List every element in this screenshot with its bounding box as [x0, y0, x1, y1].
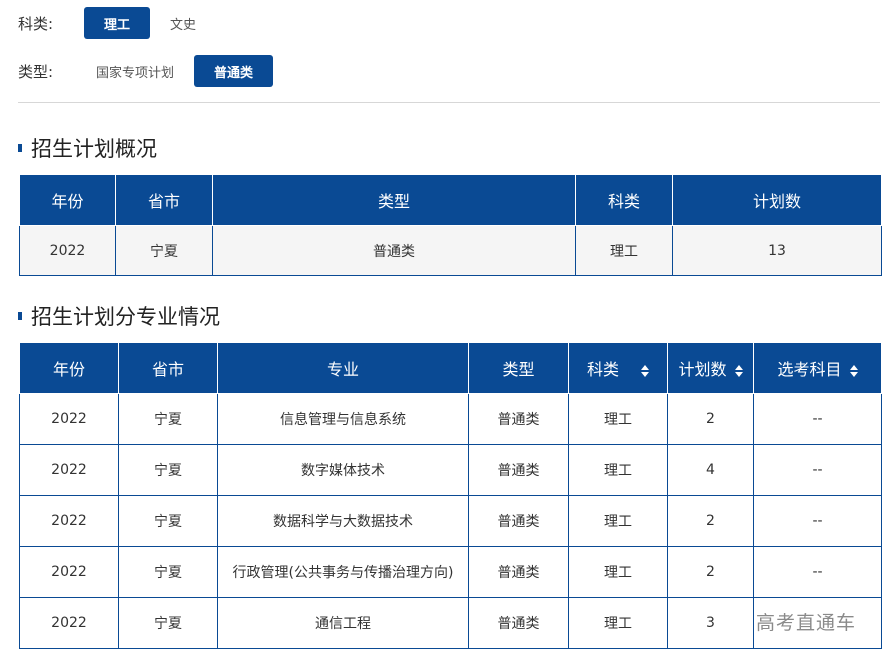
cell-year: 2022 [19, 444, 119, 496]
majors-header-subject[interactable]: 科类 [568, 342, 668, 394]
table-row: 2022 宁夏 数字媒体技术 普通类 理工 4 -- [19, 444, 882, 496]
overview-header-year: 年份 [19, 174, 116, 226]
cell-province: 宁夏 [118, 597, 218, 649]
cell-subject: 理工 [575, 225, 673, 276]
overview-header-province: 省市 [115, 174, 213, 226]
table-row: 2022 宁夏 行政管理(公共事务与传播治理方向) 普通类 理工 2 -- [19, 546, 882, 598]
type-option-national-special[interactable]: 国家专项计划 [82, 55, 188, 87]
cell-province: 宁夏 [118, 495, 218, 547]
cell-year: 2022 [19, 495, 119, 547]
majors-table: 年份 省市 专业 类型 科类 计划数 选考科目 2022 宁夏 信息管理与信息系统普… [19, 342, 882, 649]
sort-icon[interactable] [641, 364, 649, 377]
overview-header-type: 类型 [212, 174, 576, 226]
table-row: 2022 宁夏 信息管理与信息系统 普通类 理工 2 -- [19, 393, 882, 445]
section-marker [18, 144, 22, 152]
divider [18, 102, 880, 103]
cell-plan-count: 2 [667, 495, 754, 547]
sort-icon[interactable] [849, 364, 858, 377]
majors-header-row: 年份 省市 专业 类型 科类 计划数 选考科目 [19, 342, 882, 394]
majors-header-plan-count[interactable]: 计划数 [667, 342, 754, 394]
majors-title-text: 招生计划分专业情况 [31, 305, 220, 329]
cell-type: 普通类 [468, 444, 569, 496]
subject-filter-label: 科类: [18, 14, 54, 33]
cell-elective-subjects: -- [753, 546, 882, 598]
majors-header-elective-subjects[interactable]: 选考科目 [753, 342, 882, 394]
majors-header-major: 专业 [217, 342, 469, 394]
cell-subject: 理工 [568, 444, 668, 496]
cell-major: 通信工程 [217, 597, 469, 649]
cell-year: 2022 [19, 393, 119, 445]
cell-elective-subjects: -- [753, 393, 882, 445]
subject-option-science[interactable]: 理工 [84, 7, 151, 39]
cell-major: 行政管理(公共事务与传播治理方向) [217, 546, 469, 598]
watermark: 高考直通车 [756, 612, 857, 634]
cell-subject: 理工 [568, 393, 668, 445]
table-row: 2022 宁夏 普通类 理工 13 [19, 225, 882, 276]
cell-type: 普通类 [468, 495, 569, 547]
cell-province: 宁夏 [115, 225, 213, 276]
cell-province: 宁夏 [118, 444, 218, 496]
overview-header-plan-count: 计划数 [672, 174, 882, 226]
cell-subject: 理工 [568, 495, 668, 547]
type-option-general[interactable]: 普通类 [194, 55, 274, 87]
cell-plan-count: 2 [667, 546, 754, 598]
cell-elective-subjects: -- [753, 495, 882, 547]
cell-major: 信息管理与信息系统 [217, 393, 469, 445]
cell-year: 2022 [19, 546, 119, 598]
subject-filter: 科类: 理工 文史 [18, 7, 216, 39]
cell-province: 宁夏 [118, 393, 218, 445]
cell-elective-subjects: -- [753, 444, 882, 496]
cell-type: 普通类 [212, 225, 576, 276]
cell-plan-count: 4 [667, 444, 754, 496]
overview-section-title: 招生计划概况 [18, 133, 157, 163]
cell-plan-count: 13 [672, 225, 882, 276]
overview-table: 年份 省市 类型 科类 计划数 2022 宁夏 普通类 理工 13 [19, 174, 882, 276]
majors-section-title: 招生计划分专业情况 [18, 301, 220, 331]
overview-header-row: 年份 省市 类型 科类 计划数 [19, 174, 882, 226]
table-row: 2022 宁夏 数据科学与大数据技术 普通类 理工 2 -- [19, 495, 882, 547]
cell-year: 2022 [19, 597, 119, 649]
cell-province: 宁夏 [118, 546, 218, 598]
type-filter: 类型: 国家专项计划 普通类 [18, 55, 279, 87]
cell-year: 2022 [19, 225, 116, 276]
cell-major: 数据科学与大数据技术 [217, 495, 469, 547]
cell-major: 数字媒体技术 [217, 444, 469, 496]
section-marker [18, 312, 22, 320]
cell-type: 普通类 [468, 546, 569, 598]
cell-plan-count: 3 [667, 597, 754, 649]
type-filter-label: 类型: [18, 62, 54, 81]
overview-title-text: 招生计划概况 [31, 137, 157, 161]
subject-option-arts[interactable]: 文史 [156, 7, 210, 39]
cell-subject: 理工 [568, 546, 668, 598]
majors-header-year: 年份 [19, 342, 119, 394]
cell-type: 普通类 [468, 597, 569, 649]
majors-header-province: 省市 [118, 342, 218, 394]
table-row: 2022 宁夏 通信工程 普通类 理工 3 [19, 597, 882, 649]
majors-header-type: 类型 [468, 342, 569, 394]
cell-type: 普通类 [468, 393, 569, 445]
sort-icon[interactable] [734, 364, 743, 377]
cell-plan-count: 2 [667, 393, 754, 445]
overview-header-subject: 科类 [575, 174, 673, 226]
cell-subject: 理工 [568, 597, 668, 649]
